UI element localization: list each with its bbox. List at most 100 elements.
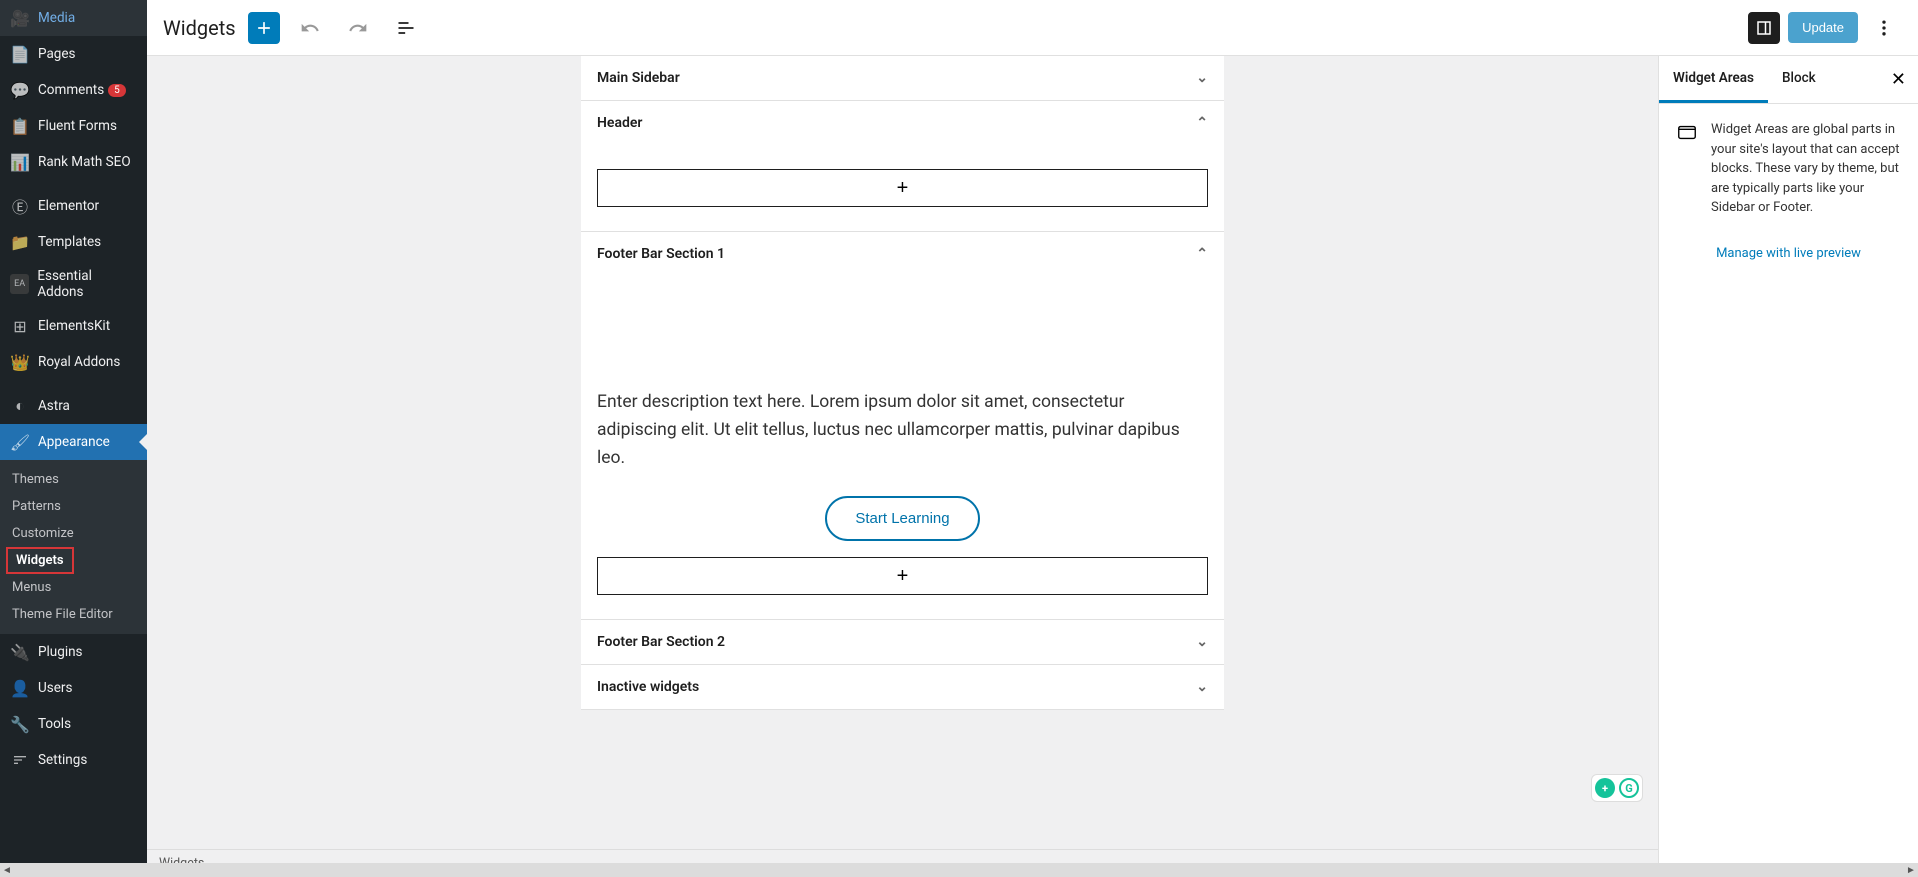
grammarly-icon[interactable]: G [1619, 778, 1639, 798]
settings-tabs: Widget Areas Block ✕ [1659, 56, 1918, 104]
chevron-up-icon: ⌃ [1196, 246, 1208, 262]
options-button[interactable] [1866, 10, 1902, 46]
media-icon: 🎥 [10, 8, 30, 28]
panel-title: Footer Bar Section 1 [597, 246, 725, 262]
start-learning-button[interactable]: Start Learning [825, 496, 979, 541]
appearance-submenu: Themes Patterns Customize Widgets Menus … [0, 460, 147, 634]
chevron-down-icon: ⌄ [1196, 634, 1208, 650]
sub-patterns[interactable]: Patterns [0, 493, 147, 520]
panel-header: Header ⌃ + [581, 101, 1224, 232]
sidebar-item-templates[interactable]: 📁 Templates [0, 224, 147, 260]
settings-icon [10, 750, 30, 770]
plugins-icon: 🔌 [10, 642, 30, 662]
widget-area-icon [1675, 120, 1699, 144]
sidebar-label: Rank Math SEO [38, 154, 131, 170]
chevron-up-icon: ⌃ [1196, 115, 1208, 131]
sidebar-label: Comments [38, 82, 104, 98]
chevron-down-icon: ⌄ [1196, 679, 1208, 695]
seo-icon: 📊 [10, 152, 30, 172]
sidebar-label: Pages [38, 46, 76, 62]
sidebar-item-comments[interactable]: 💬 Comments 5 [0, 72, 147, 108]
sidebar-label: Astra [38, 398, 70, 414]
admin-sidebar: 🎥 Media 📄 Pages 💬 Comments 5 📋 Fluent Fo… [0, 0, 147, 877]
footer1-description[interactable]: Enter description text here. Lorem ipsum… [597, 380, 1208, 480]
panel-main-sidebar: Main Sidebar ⌄ [581, 56, 1224, 101]
sidebar-label: Settings [38, 752, 87, 768]
chevron-down-icon: ⌄ [1196, 70, 1208, 86]
sub-customize[interactable]: Customize [0, 520, 147, 547]
floating-assist-icons: + G [1591, 774, 1643, 802]
sidebar-label: Plugins [38, 644, 83, 660]
sidebar-item-elementskit[interactable]: ⊞ ElementsKit [0, 308, 147, 344]
main-area: Widgets Update [147, 0, 1918, 877]
panel-header-main-sidebar[interactable]: Main Sidebar ⌄ [581, 56, 1224, 100]
panel-header-footer-2[interactable]: Footer Bar Section 2 ⌄ [581, 620, 1224, 664]
tab-widget-areas[interactable]: Widget Areas [1659, 56, 1768, 103]
appearance-icon: 🖌 [10, 432, 30, 452]
assist-icon[interactable]: + [1595, 778, 1615, 798]
toolbar: Widgets Update [147, 0, 1918, 56]
sidebar-label: Users [38, 680, 72, 696]
sub-widgets[interactable]: Widgets [6, 547, 74, 574]
sidebar-label: Tools [38, 716, 71, 732]
users-icon: 👤 [10, 678, 30, 698]
sidebar-item-pages[interactable]: 📄 Pages [0, 36, 147, 72]
editor-canvas: Main Sidebar ⌄ Header ⌃ + [147, 56, 1658, 877]
page-title: Widgets [163, 16, 236, 40]
close-panel-button[interactable]: ✕ [1879, 57, 1918, 102]
tab-block[interactable]: Block [1768, 56, 1830, 103]
list-view-button[interactable] [388, 10, 424, 46]
sub-menus[interactable]: Menus [0, 574, 147, 601]
sub-themes[interactable]: Themes [0, 466, 147, 493]
horizontal-scrollbar[interactable]: ◄ ► [0, 863, 1918, 877]
panel-title: Header [597, 115, 642, 131]
sub-theme-editor[interactable]: Theme File Editor [0, 601, 147, 628]
panel-footer-2: Footer Bar Section 2 ⌄ [581, 620, 1224, 665]
undo-button[interactable] [292, 10, 328, 46]
settings-panel: Widget Areas Block ✕ Widget Areas are gl… [1658, 56, 1918, 877]
sidebar-item-tools[interactable]: 🔧 Tools [0, 706, 147, 742]
templates-icon: 📁 [10, 232, 30, 252]
sidebar-label: Essential Addons [37, 268, 137, 300]
sidebar-label: Royal Addons [38, 354, 120, 370]
sidebar-item-fluent-forms[interactable]: 📋 Fluent Forms [0, 108, 147, 144]
sidebar-label: Fluent Forms [38, 118, 117, 134]
comments-icon: 💬 [10, 80, 30, 100]
sidebar-item-appearance[interactable]: 🖌 Appearance [0, 424, 147, 460]
manage-live-preview-link[interactable]: Manage with live preview [1659, 234, 1918, 273]
sidebar-item-royal-addons[interactable]: 👑 Royal Addons [0, 344, 147, 380]
add-block-button[interactable] [248, 12, 280, 44]
sidebar-item-media[interactable]: 🎥 Media [0, 0, 147, 36]
sidebar-item-essential-addons[interactable]: EA Essential Addons [0, 260, 147, 308]
add-block-area-footer1[interactable]: + [597, 557, 1208, 595]
astra-icon: ◐ [10, 396, 30, 416]
scroll-left-icon[interactable]: ◄ [0, 865, 14, 876]
sidebar-label: Elementor [38, 198, 99, 214]
sidebar-label: Media [38, 10, 75, 26]
panel-title: Footer Bar Section 2 [597, 634, 725, 650]
panel-header-footer-1[interactable]: Footer Bar Section 1 ⌃ [581, 232, 1224, 276]
sidebar-item-users[interactable]: 👤 Users [0, 670, 147, 706]
sidebar-item-astra[interactable]: ◐ Astra [0, 388, 147, 424]
comments-badge: 5 [108, 84, 126, 97]
panel-header-header[interactable]: Header ⌃ [581, 101, 1224, 145]
panel-header-inactive[interactable]: Inactive widgets ⌄ [581, 665, 1224, 709]
add-block-area-header[interactable]: + [597, 169, 1208, 207]
sidebar-label: Appearance [38, 434, 110, 450]
redo-button[interactable] [340, 10, 376, 46]
sidebar-label: Templates [38, 234, 101, 250]
sidebar-item-rank-math[interactable]: 📊 Rank Math SEO [0, 144, 147, 180]
settings-panel-button[interactable] [1748, 12, 1780, 44]
royal-icon: 👑 [10, 352, 30, 372]
ea-icon: EA [10, 274, 29, 294]
scroll-right-icon[interactable]: ► [1904, 865, 1918, 876]
panel-footer-1: Footer Bar Section 1 ⌃ Enter description… [581, 232, 1224, 620]
sidebar-item-plugins[interactable]: 🔌 Plugins [0, 634, 147, 670]
sidebar-item-elementor[interactable]: Ⓔ Elementor [0, 188, 147, 224]
pages-icon: 📄 [10, 44, 30, 64]
panel-inactive: Inactive widgets ⌄ [581, 665, 1224, 710]
sidebar-label: ElementsKit [38, 318, 110, 334]
update-button[interactable]: Update [1788, 12, 1858, 43]
elementskit-icon: ⊞ [10, 316, 30, 336]
sidebar-item-settings[interactable]: Settings [0, 742, 147, 778]
